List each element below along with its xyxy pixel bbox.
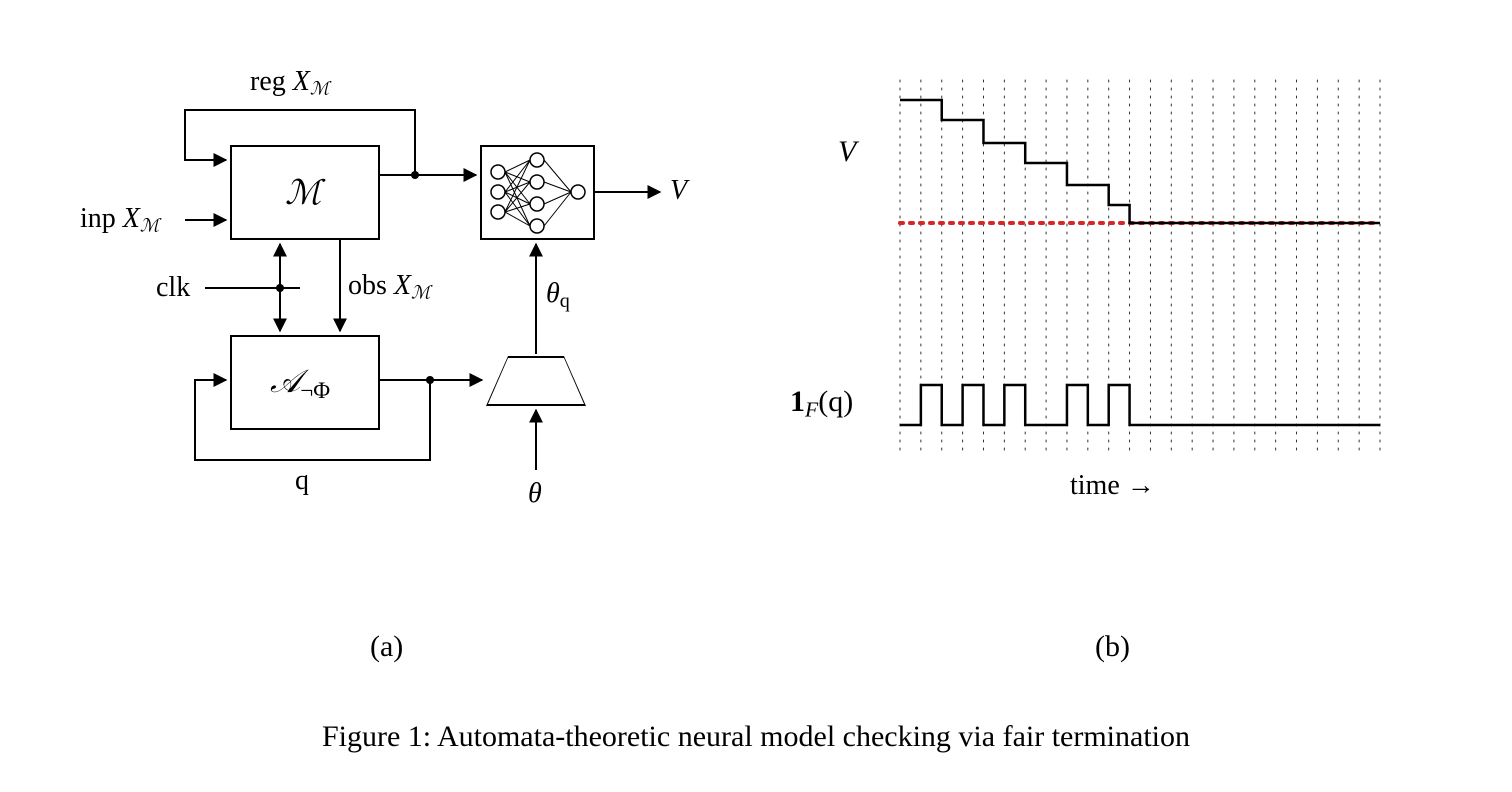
- figure-caption: Figure 1: Automata-theoretic neural mode…: [0, 720, 1512, 754]
- neural-net-box: [480, 145, 595, 240]
- theta-q-label: θq: [546, 278, 570, 313]
- clk-label: clk: [156, 272, 190, 304]
- q-label: q: [295, 465, 309, 497]
- panel-b: V 1F(q) time →: [820, 75, 1420, 595]
- sublabel-b: (b): [1095, 630, 1130, 664]
- V-output-label: V: [670, 175, 687, 207]
- M-label: ℳ: [285, 173, 321, 213]
- figure-wrap: ℳ 𝒜¬Φ inp Xℳ reg Xℳ obs Xℳ clk q θ θq V …: [0, 0, 1512, 792]
- time-axis-label: time →: [1070, 470, 1155, 502]
- panel-a: ℳ 𝒜¬Φ inp Xℳ reg Xℳ obs Xℳ clk q θ θq V: [100, 60, 720, 620]
- sublabel-a: (a): [370, 630, 403, 664]
- A-label: 𝒜¬Φ: [270, 363, 330, 404]
- V-axis-label: V: [838, 135, 856, 169]
- reg-label: reg Xℳ: [250, 66, 329, 100]
- mux-trapezoid-inner: [488, 358, 584, 404]
- indicator-label: 1F(q): [790, 385, 853, 422]
- theta-label: θ: [528, 478, 542, 510]
- obs-label: obs Xℳ: [348, 270, 430, 304]
- panel-b-svg: [820, 75, 1420, 595]
- panel-a-wires-svg: [100, 60, 720, 620]
- inp-label: inp Xℳ: [80, 203, 159, 237]
